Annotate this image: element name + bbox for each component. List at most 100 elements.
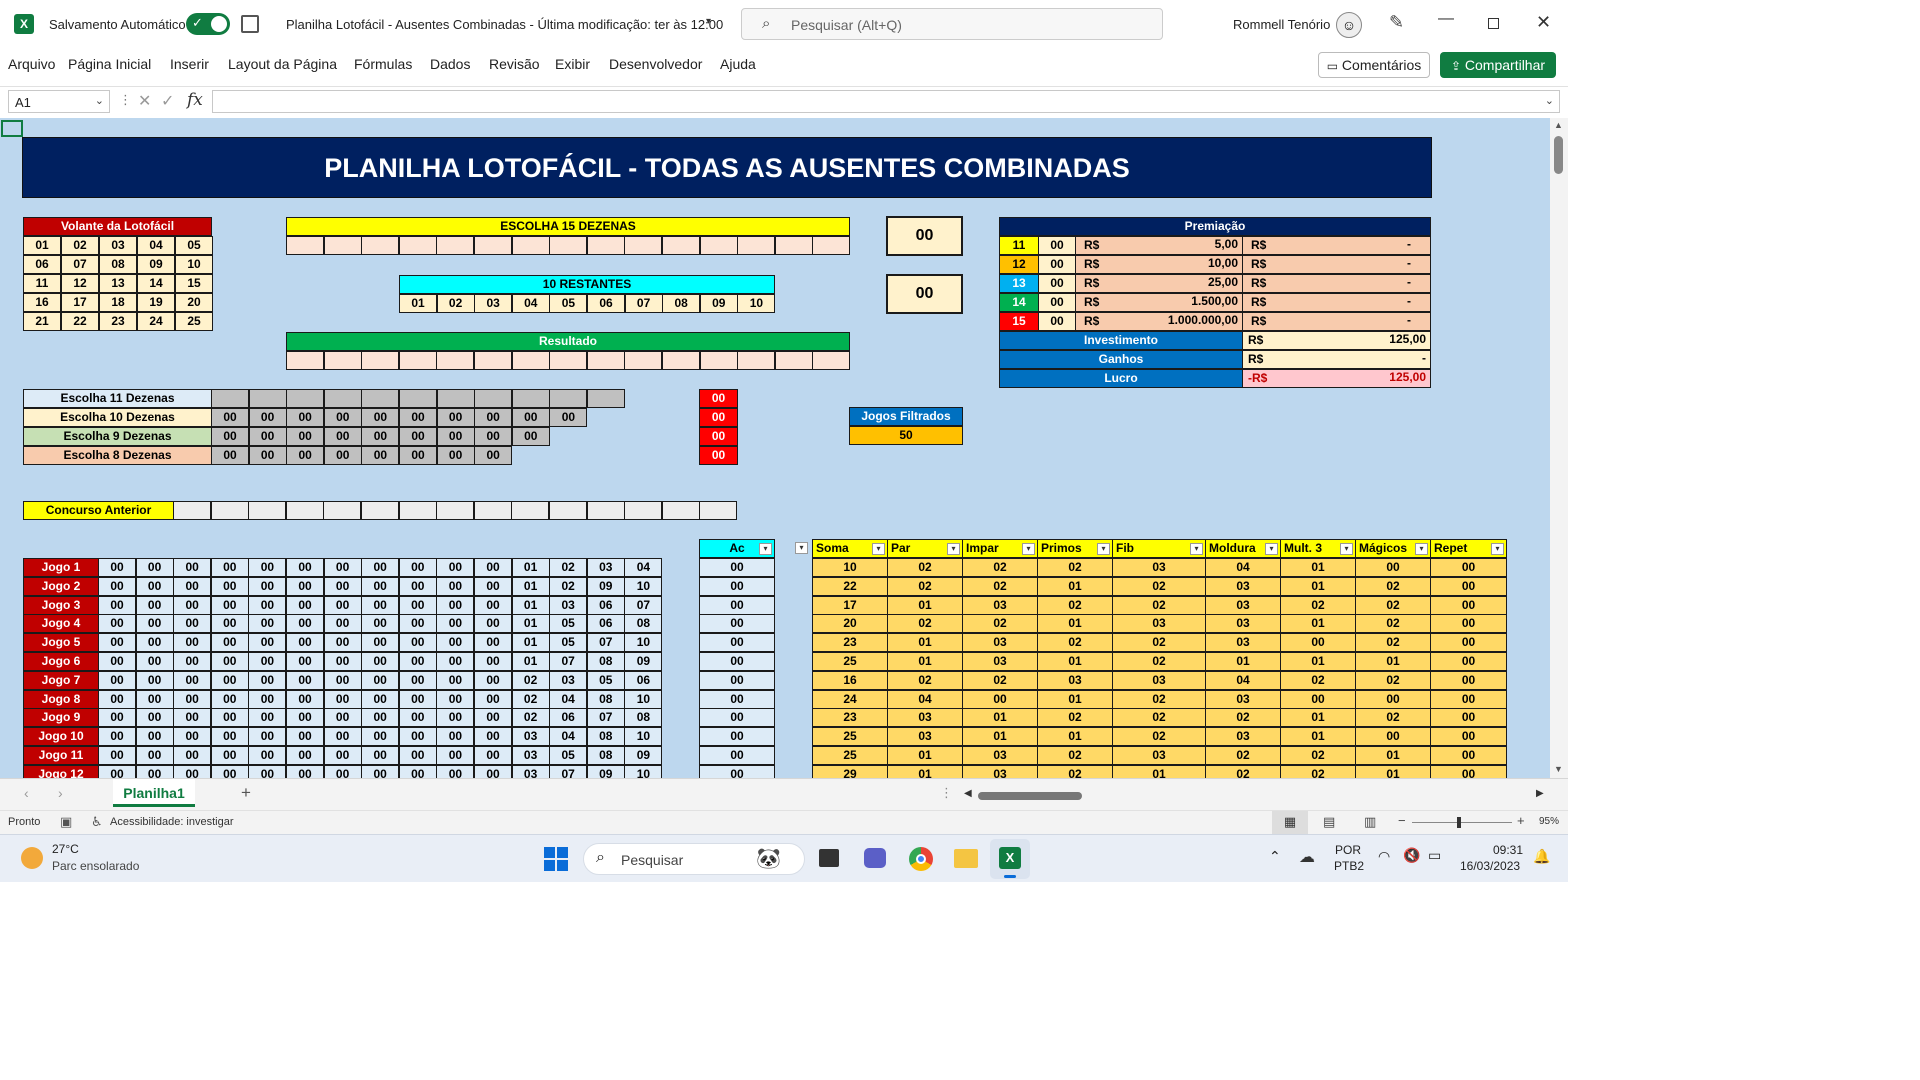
jogo-number[interactable]: 00 xyxy=(248,652,287,671)
tray-chevron-icon[interactable]: ⌃ xyxy=(1269,848,1281,865)
jogo-number[interactable]: 00 xyxy=(474,764,512,778)
jogo-number[interactable]: 00 xyxy=(286,558,324,577)
accessibility-status[interactable]: Acessibilidade: investigar xyxy=(110,816,234,828)
concurso-anterior-cell[interactable] xyxy=(699,501,738,520)
tab-planilha1[interactable]: Planilha1 xyxy=(113,779,195,807)
jogo-number[interactable]: 09 xyxy=(586,764,625,778)
scroll-right-icon[interactable]: ▶ xyxy=(1536,788,1544,799)
filter-dropdown-icon[interactable]: ▾ xyxy=(1022,543,1035,555)
escolha-cell[interactable]: 00 xyxy=(248,427,287,446)
jogo-number[interactable]: 00 xyxy=(323,614,362,634)
horizontal-scroll-thumb[interactable] xyxy=(978,792,1082,800)
jogo-number[interactable]: 05 xyxy=(586,670,625,690)
jogo-number[interactable]: 00 xyxy=(173,614,212,634)
jogo-number[interactable]: 04 xyxy=(549,689,588,709)
jogo-number[interactable]: 08 xyxy=(624,708,663,728)
jogo-number[interactable]: 00 xyxy=(286,746,324,765)
jogo-number[interactable]: 00 xyxy=(286,708,324,728)
jogo-number[interactable]: 00 xyxy=(398,689,437,709)
escolha-cell[interactable]: 00 xyxy=(399,446,437,465)
escolha-cell[interactable]: 00 xyxy=(361,446,400,465)
jogo-number[interactable]: 00 xyxy=(323,708,362,728)
jogo-number[interactable]: 00 xyxy=(98,764,136,778)
escolha-cell[interactable]: 00 xyxy=(399,408,437,427)
jogo-number[interactable]: 05 xyxy=(549,633,588,653)
volante-cell[interactable]: 15 xyxy=(175,274,213,293)
concurso-anterior-cell[interactable] xyxy=(398,501,437,520)
jogo-number[interactable]: 03 xyxy=(549,670,588,690)
jogo-number[interactable]: 00 xyxy=(210,576,249,596)
jogo-number[interactable]: 01 xyxy=(511,614,550,634)
jogo-number[interactable]: 00 xyxy=(323,576,362,596)
jogo-number[interactable]: 04 xyxy=(624,558,663,577)
jogo-number[interactable]: 10 xyxy=(624,576,663,596)
jogo-number[interactable]: 00 xyxy=(474,708,512,728)
volante-cell[interactable]: 05 xyxy=(175,236,213,255)
escolha-cell[interactable]: 00 xyxy=(248,446,287,465)
next-sheet-icon[interactable]: › xyxy=(58,785,63,801)
escolha15-cell[interactable] xyxy=(436,236,475,255)
volante-cell[interactable]: 17 xyxy=(61,293,99,312)
escolha-cell[interactable]: 00 xyxy=(323,446,362,465)
jogo-number[interactable]: 00 xyxy=(286,595,324,615)
escolha-cell[interactable] xyxy=(474,389,513,408)
scroll-down-icon[interactable]: ▼ xyxy=(1554,764,1563,774)
jogo-number[interactable]: 07 xyxy=(586,633,625,653)
normal-view-icon[interactable]: ▦ xyxy=(1272,811,1308,834)
escolha-cell[interactable]: 00 xyxy=(211,446,249,465)
jogo-number[interactable]: 01 xyxy=(511,633,550,653)
filter-dropdown-icon[interactable]: ▾ xyxy=(1265,543,1278,555)
volante-cell[interactable]: 02 xyxy=(61,236,99,255)
jogo-number[interactable]: 00 xyxy=(98,708,136,728)
escolha-cell[interactable]: 00 xyxy=(361,408,400,427)
jogo-number[interactable]: 00 xyxy=(436,708,475,728)
jogo-number[interactable]: 00 xyxy=(361,727,400,747)
jogo-number[interactable]: 00 xyxy=(474,633,512,653)
concurso-anterior-cell[interactable] xyxy=(323,501,362,520)
escolha-cell[interactable] xyxy=(549,389,588,408)
resultado-cell[interactable] xyxy=(323,351,362,370)
lang-1[interactable]: POR xyxy=(1335,843,1361,857)
volante-cell[interactable]: 10 xyxy=(175,255,213,274)
jogo-number[interactable]: 06 xyxy=(586,595,625,615)
volante-cell[interactable]: 19 xyxy=(137,293,175,312)
menu-formulas[interactable]: Fórmulas xyxy=(354,56,412,72)
share-button[interactable]: ⇪ Compartilhar xyxy=(1440,52,1556,78)
concurso-anterior-cell[interactable] xyxy=(511,501,550,520)
escolha-cell[interactable]: 00 xyxy=(474,408,513,427)
jogo-number[interactable]: 00 xyxy=(323,764,362,778)
avatar[interactable]: ☺ xyxy=(1336,12,1362,38)
volante-cell[interactable]: 04 xyxy=(137,236,175,255)
jogo-number[interactable]: 00 xyxy=(474,652,512,671)
escolha-cell[interactable]: 00 xyxy=(511,408,550,427)
jogo-number[interactable]: 02 xyxy=(549,558,588,577)
escolha-cell[interactable]: 00 xyxy=(323,408,362,427)
jogo-number[interactable]: 00 xyxy=(248,614,287,634)
escolha-cell[interactable]: 00 xyxy=(211,427,249,446)
jogo-number[interactable]: 00 xyxy=(474,558,512,577)
formula-input[interactable]: ⌄ xyxy=(212,90,1560,113)
clock-date[interactable]: 16/03/2023 xyxy=(1460,859,1520,873)
jogo-number[interactable]: 09 xyxy=(624,746,663,765)
jogo-number[interactable]: 10 xyxy=(624,764,663,778)
volante-cell[interactable]: 08 xyxy=(99,255,137,274)
volante-cell[interactable]: 24 xyxy=(137,312,175,331)
escolha-cell[interactable] xyxy=(361,389,400,408)
jogo-number[interactable]: 00 xyxy=(173,708,212,728)
jogo-number[interactable]: 02 xyxy=(511,708,550,728)
zoom-out-icon[interactable]: − xyxy=(1398,813,1406,828)
resultado-cell[interactable] xyxy=(586,351,625,370)
filter-dropdown-icon[interactable]: ▾ xyxy=(1340,543,1353,555)
jogo-number[interactable]: 00 xyxy=(248,576,287,596)
menu-ajuda[interactable]: Ajuda xyxy=(720,56,756,72)
jogo-number[interactable]: 03 xyxy=(549,595,588,615)
jogo-number[interactable]: 00 xyxy=(436,595,475,615)
jogo-number[interactable]: 00 xyxy=(135,576,174,596)
volante-cell[interactable]: 01 xyxy=(23,236,61,255)
jogo-number[interactable]: 00 xyxy=(210,764,249,778)
concurso-anterior-cell[interactable] xyxy=(285,501,324,520)
escolha-cell[interactable] xyxy=(436,389,475,408)
jogo-number[interactable]: 00 xyxy=(98,614,136,634)
jogo-number[interactable]: 00 xyxy=(398,708,437,728)
jogo-number[interactable]: 00 xyxy=(135,764,174,778)
